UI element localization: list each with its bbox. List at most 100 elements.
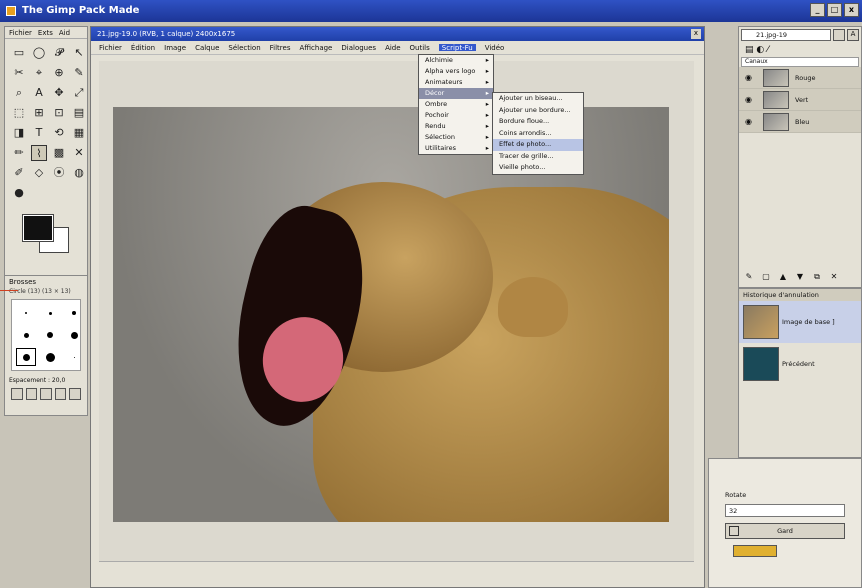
channel-row[interactable]: ◉ Rouge: [739, 67, 861, 89]
brush-new-button[interactable]: [25, 388, 38, 400]
image-menu-item[interactable]: Édition: [131, 44, 155, 52]
tool-icon[interactable]: ✥: [51, 85, 67, 101]
brush-refresh-button[interactable]: [69, 388, 81, 400]
dialog-button[interactable]: Gard: [725, 523, 845, 539]
tool-icon[interactable]: ◯: [31, 45, 47, 61]
brush-delete-button[interactable]: [54, 388, 67, 400]
scriptfu-menu-item[interactable]: Alchimie ▸: [419, 55, 493, 66]
delete-channel-icon[interactable]: ✕: [828, 271, 840, 283]
image-menu-item[interactable]: Filtres: [270, 44, 291, 52]
decor-menu-item[interactable]: Ajouter un biseau...: [493, 93, 583, 105]
image-menu-arrow-icon[interactable]: [833, 29, 845, 41]
brush-item[interactable]: [40, 326, 60, 344]
close-button[interactable]: x: [844, 3, 859, 17]
menu-fichier[interactable]: Fichier: [9, 29, 32, 37]
tool-icon[interactable]: ▭: [11, 45, 27, 61]
image-menu-item[interactable]: Script-Fu: [438, 44, 476, 52]
image-menu-item[interactable]: Aide: [385, 44, 400, 52]
lion-photo[interactable]: [113, 107, 669, 522]
auto-button[interactable]: A: [847, 29, 859, 41]
tool-icon[interactable]: ✂: [11, 65, 27, 81]
decor-menu-item[interactable]: Tracer de grille...: [493, 151, 583, 163]
tool-icon[interactable]: ⌕: [11, 85, 27, 101]
tool-icon[interactable]: ⟲: [51, 125, 67, 141]
decor-menu-item[interactable]: Bordure floue...: [493, 116, 583, 128]
channels-tab-icon[interactable]: ◐: [756, 45, 764, 55]
image-menu-item[interactable]: Dialogues: [341, 44, 376, 52]
tool-icon[interactable]: ▤: [71, 105, 87, 121]
tool-icon[interactable]: ✕: [71, 145, 87, 161]
history-entry[interactable]: Image de base ]: [739, 301, 861, 343]
image-menu-item[interactable]: Outils: [410, 44, 430, 52]
brush-item[interactable]: [16, 326, 36, 344]
dialog-field-input[interactable]: 32: [725, 504, 845, 517]
tool-icon[interactable]: ⊕: [51, 65, 67, 81]
tool-icon[interactable]: ⦿: [51, 165, 67, 181]
brush-item[interactable]: [16, 304, 36, 322]
paths-tab-icon[interactable]: ⁄: [767, 45, 769, 55]
tool-icon[interactable]: T: [31, 125, 47, 141]
minimize-button[interactable]: _: [810, 3, 825, 17]
menu-exts[interactable]: Exts: [38, 29, 53, 37]
brush-item[interactable]: [40, 304, 60, 322]
tool-icon[interactable]: ◨: [11, 125, 27, 141]
new-channel-icon[interactable]: ▢: [760, 271, 772, 283]
tool-icon[interactable]: ⌇: [31, 145, 47, 161]
brush-item[interactable]: [64, 348, 84, 366]
scriptfu-menu-item[interactable]: Décor ▸: [419, 88, 493, 99]
decor-menu-item[interactable]: Vieille photo...: [493, 162, 583, 174]
scriptfu-menu-item[interactable]: Alpha vers logo ▸: [419, 66, 493, 77]
brush-duplicate-button[interactable]: [40, 388, 52, 400]
menu-aide[interactable]: Aid: [59, 29, 70, 37]
scriptfu-menu-item[interactable]: Rendu ▸: [419, 121, 493, 132]
tool-icon[interactable]: ▦: [71, 125, 87, 141]
scriptfu-menu-item[interactable]: Pochoir ▸: [419, 110, 493, 121]
image-close-icon[interactable]: x: [691, 29, 701, 39]
tool-icon[interactable]: ⌖: [31, 65, 47, 81]
image-menu-item[interactable]: Fichier: [99, 44, 122, 52]
tool-icon[interactable]: ✐: [11, 165, 27, 181]
image-select[interactable]: 21.jpg-19: [741, 29, 831, 41]
image-menu-item[interactable]: Image: [164, 44, 186, 52]
eye-icon[interactable]: ◉: [745, 117, 757, 126]
tool-icon[interactable]: 𝓟: [51, 45, 67, 61]
scriptfu-menu-item[interactable]: Ombre ▸: [419, 99, 493, 110]
brush-item[interactable]: [40, 348, 60, 366]
channel-row[interactable]: ◉ Bleu: [739, 111, 861, 133]
decor-menu-item[interactable]: Ajouter une bordure...: [493, 105, 583, 117]
canvas-area[interactable]: [99, 61, 694, 571]
tool-icon[interactable]: ↖: [71, 45, 87, 61]
channel-row[interactable]: ◉ Vert: [739, 89, 861, 111]
tool-icon[interactable]: A: [31, 85, 47, 101]
tool-icon[interactable]: ●: [11, 185, 27, 201]
scriptfu-menu-item[interactable]: Utilitaires ▸: [419, 143, 493, 154]
scriptfu-menu-item[interactable]: Sélection ▸: [419, 132, 493, 143]
tool-icon[interactable]: ✏: [11, 145, 27, 161]
lower-channel-icon[interactable]: ▼: [794, 271, 806, 283]
foreground-color[interactable]: [22, 214, 54, 242]
image-menu-item[interactable]: Calque: [195, 44, 219, 52]
dialog-color-button[interactable]: [733, 545, 777, 557]
tool-icon[interactable]: ⊞: [31, 105, 47, 121]
channels-mode[interactable]: Canaux: [741, 57, 859, 67]
raise-channel-icon[interactable]: ▲: [777, 271, 789, 283]
image-menu-item[interactable]: Sélection: [228, 44, 260, 52]
image-menu-item[interactable]: Vidéo: [485, 44, 505, 52]
brush-item[interactable]: [64, 304, 84, 322]
history-entry[interactable]: Précédent: [739, 343, 861, 385]
duplicate-channel-icon[interactable]: ⧉: [811, 271, 823, 283]
maximize-button[interactable]: □: [827, 3, 842, 17]
tool-icon[interactable]: ⬚: [11, 105, 27, 121]
eye-icon[interactable]: ◉: [745, 73, 757, 82]
tool-icon[interactable]: ✎: [71, 65, 87, 81]
brush-item[interactable]: [64, 326, 84, 344]
image-menu-item[interactable]: Affichage: [299, 44, 332, 52]
tool-icon[interactable]: ▩: [51, 145, 67, 161]
edit-channel-icon[interactable]: ✎: [743, 271, 755, 283]
brush-edit-button[interactable]: [11, 388, 23, 400]
tool-icon[interactable]: ⊡: [51, 105, 67, 121]
eye-icon[interactable]: ◉: [745, 95, 757, 104]
tool-icon[interactable]: ⤢: [71, 85, 87, 101]
decor-menu-item[interactable]: Effet de photo...: [493, 139, 583, 151]
brush-item-selected[interactable]: [16, 348, 36, 366]
